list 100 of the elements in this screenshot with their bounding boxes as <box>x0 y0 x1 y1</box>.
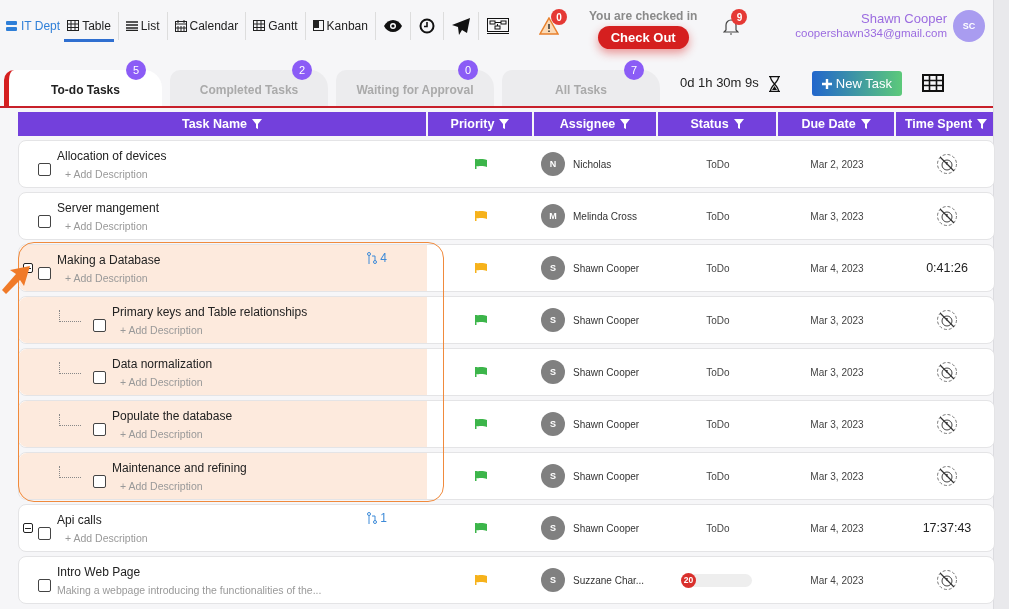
column-header[interactable]: Time Spent <box>896 112 996 136</box>
due-date: Mar 3, 2023 <box>810 366 864 378</box>
view-tab[interactable]: List <box>122 13 163 42</box>
check-out-button[interactable]: Check Out <box>597 26 689 49</box>
task-checkbox[interactable] <box>38 214 51 228</box>
status-text: ToDo <box>706 210 730 222</box>
timer: 0d 1h 30m 9s <box>680 75 759 90</box>
add-description-link[interactable]: + Add Description <box>65 531 368 544</box>
task-checkbox[interactable] <box>93 474 106 488</box>
user-name: Shawn Cooper <box>861 12 947 26</box>
assignee-name: Shawn Cooper <box>573 522 640 534</box>
view-tab[interactable]: Table <box>64 13 114 42</box>
tab-count: 7 <box>624 60 644 80</box>
alert-count: 0 <box>550 9 567 25</box>
timer-off-icon <box>936 309 958 331</box>
due-date: Mar 4, 2023 <box>810 574 864 586</box>
task-checkbox[interactable] <box>38 578 51 592</box>
task-name: Intro Web Page <box>57 564 142 579</box>
filter-icon[interactable] <box>252 119 263 129</box>
time-spent: 17:37:43 <box>922 521 972 535</box>
view-tab[interactable]: Kanban <box>309 13 371 42</box>
task-name: Making a Database <box>57 252 162 267</box>
tab-count: 5 <box>126 60 146 80</box>
workspace-label[interactable]: IT Dept <box>6 19 61 33</box>
add-description-link[interactable]: + Add Description <box>120 427 427 440</box>
assignee-name: Shawn Cooper <box>573 262 640 274</box>
subtask-count[interactable]: 4 <box>367 251 387 265</box>
tab-count: 2 <box>292 60 312 80</box>
due-date: Mar 4, 2023 <box>810 262 864 274</box>
column-header[interactable]: Task Name <box>18 112 426 136</box>
column-header[interactable]: Assignee <box>534 112 656 136</box>
task-checkbox[interactable] <box>38 526 51 540</box>
assignee-name: Melinda Cross <box>573 210 637 222</box>
collapse-toggle[interactable] <box>23 523 33 533</box>
timer-off-icon <box>936 153 958 175</box>
add-description-link[interactable]: + Add Description <box>65 167 427 180</box>
task-checkbox[interactable] <box>38 162 51 176</box>
new-task-button[interactable]: New Task <box>811 71 902 96</box>
pointer-arrow-icon <box>0 264 32 296</box>
user-avatar[interactable]: SC <box>953 10 985 42</box>
filter-icon[interactable] <box>977 119 988 129</box>
status-text: ToDo <box>706 158 730 170</box>
checkin-status: You are checked in <box>588 9 698 23</box>
plus-icon <box>821 78 832 89</box>
avatar: M <box>541 204 565 228</box>
time-spent: 0:41:26 <box>926 261 968 275</box>
avatar: N <box>541 152 565 176</box>
add-description-link[interactable]: + Add Description <box>65 271 368 284</box>
table-icon <box>253 20 266 31</box>
assignee-name: Shawn Cooper <box>573 418 640 430</box>
assignee-name: Suzzane Char... <box>573 574 645 586</box>
workspace-icon <box>6 21 17 31</box>
task-name: Api calls <box>57 512 103 527</box>
due-date: Mar 3, 2023 <box>810 314 864 326</box>
due-date: Mar 3, 2023 <box>810 470 864 482</box>
add-description-link[interactable]: + Add Description <box>120 375 427 388</box>
add-description-link[interactable]: + Add Description <box>120 479 427 492</box>
avatar: S <box>541 412 565 436</box>
timer-off-icon <box>936 569 958 591</box>
notification-count: 9 <box>731 9 748 25</box>
task-checkbox[interactable] <box>93 370 106 384</box>
column-header[interactable]: Priority <box>428 112 532 136</box>
status-text: ToDo <box>706 470 730 482</box>
task-checkbox[interactable] <box>93 422 106 436</box>
table-icon <box>67 20 80 31</box>
task-checkbox[interactable] <box>38 266 51 280</box>
due-date: Mar 4, 2023 <box>810 522 864 534</box>
due-date: Mar 2, 2023 <box>810 158 864 170</box>
tree-connector <box>59 414 81 426</box>
view-tab[interactable]: Calendar <box>171 13 242 42</box>
due-date: Mar 3, 2023 <box>810 210 864 222</box>
tab-count: 0 <box>458 60 478 80</box>
add-description-link[interactable]: + Add Description <box>65 219 427 232</box>
kanban-icon <box>312 20 324 31</box>
assignee-name: Shawn Cooper <box>573 470 640 482</box>
filter-icon[interactable] <box>620 119 631 129</box>
task-checkbox[interactable] <box>93 318 106 332</box>
timer-off-icon <box>936 205 958 227</box>
task-name: Server mangement <box>57 200 161 215</box>
avatar: S <box>541 360 565 384</box>
task-name: Populate the database <box>112 408 234 423</box>
avatar: S <box>541 308 565 332</box>
filter-icon[interactable] <box>860 119 871 129</box>
list-icon <box>125 20 138 31</box>
filter-icon[interactable] <box>499 119 510 129</box>
task-name: Allocation of devices <box>57 148 168 163</box>
status-text: ToDo <box>706 366 730 378</box>
task-name: Maintenance and refining <box>112 460 248 475</box>
view-tab[interactable]: Gantt <box>250 13 301 42</box>
avatar: S <box>541 516 565 540</box>
status-text: ToDo <box>706 418 730 430</box>
timer-off-icon <box>936 465 958 487</box>
column-header[interactable]: Status <box>658 112 776 136</box>
column-header[interactable]: Due Date <box>778 112 894 136</box>
add-description-link[interactable]: + Add Description <box>120 323 427 336</box>
timer-off-icon <box>936 361 958 383</box>
assignee-name: Nicholas <box>573 158 612 170</box>
task-name: Primary keys and Table relationships <box>112 304 309 319</box>
subtask-count[interactable]: 1 <box>367 511 387 525</box>
filter-icon[interactable] <box>733 119 744 129</box>
